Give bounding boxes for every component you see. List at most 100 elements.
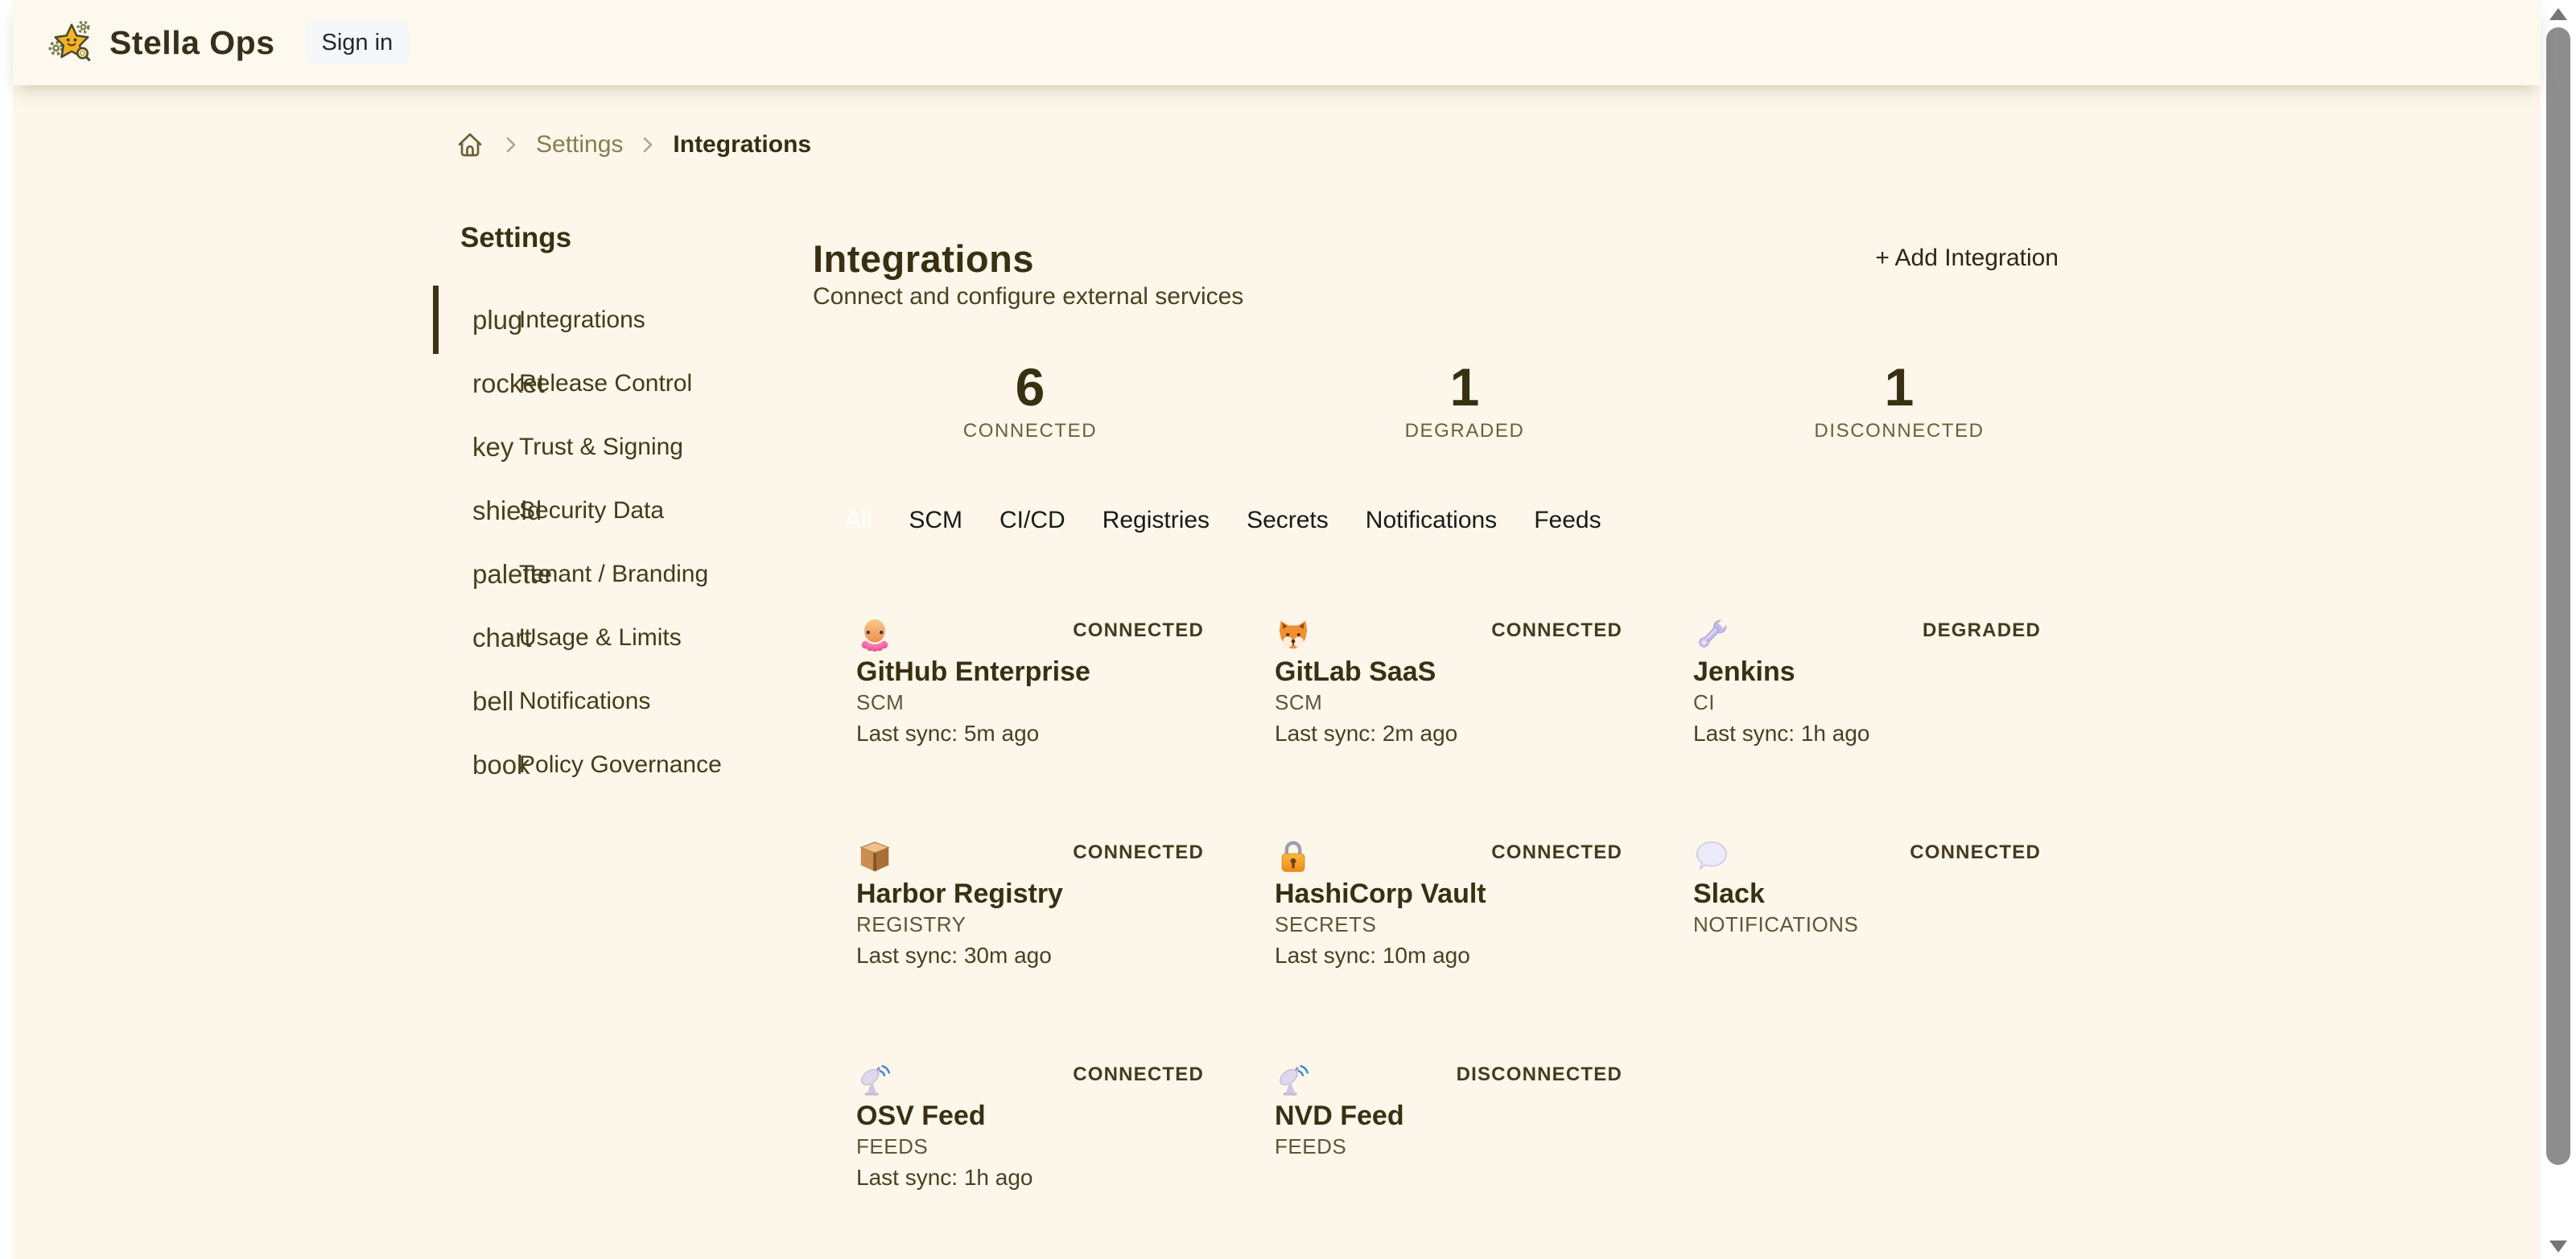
satellite-icon: [856, 1060, 893, 1097]
status-badge: CONNECTED: [1910, 841, 2041, 864]
integration-type: CI: [1693, 690, 2041, 714]
integration-last-sync: Last sync: 1h ago: [1693, 721, 2041, 747]
tab-feeds[interactable]: Feeds: [1534, 508, 1601, 533]
integration-name: Harbor Registry: [856, 878, 1204, 909]
breadcrumb-integrations: Integrations: [673, 131, 811, 158]
sidebar-item-icon-word: key: [472, 432, 513, 463]
tab-ci-cd[interactable]: CI/CD: [999, 508, 1065, 533]
integration-name: Slack: [1693, 878, 2041, 909]
status-badge: CONNECTED: [1491, 619, 1622, 642]
sidebar-item-usage-limits[interactable]: chart Usage & Limits: [433, 606, 811, 669]
integration-last-sync: Last sync: 2m ago: [1275, 721, 1622, 747]
integration-last-sync: Last sync: 10m ago: [1275, 943, 1622, 969]
sidebar-item-integrations[interactable]: plug Integrations: [433, 288, 811, 352]
sidebar-item-trust-signing[interactable]: key Trust & Signing: [433, 415, 811, 479]
stat-label: DISCONNECTED: [1682, 420, 2116, 442]
integration-name: HashiCorp Vault: [1275, 878, 1622, 909]
integration-type: SCM: [856, 690, 1204, 714]
breadcrumb: Settings Integrations: [454, 129, 811, 161]
page-subtitle: Connect and configure external services: [813, 282, 2059, 311]
status-badge: CONNECTED: [1073, 619, 1204, 642]
integration-type: NOTIFICATIONS: [1693, 912, 2041, 936]
tab-all[interactable]: All: [845, 508, 872, 533]
scrollbar-track[interactable]: [2541, 0, 2576, 1259]
top-bar: Stella Ops Sign in: [13, 0, 2541, 85]
tab-notifications[interactable]: Notifications: [1366, 508, 1497, 533]
status-badge: CONNECTED: [1073, 1064, 1204, 1086]
status-badge: DEGRADED: [1923, 619, 2041, 642]
lock-icon: [1275, 838, 1312, 875]
integration-type: FEEDS: [856, 1134, 1204, 1158]
status-summary: 6 CONNECTED 1 DEGRADED 1 DISCONNECTED: [813, 360, 2059, 442]
integration-card-gitlab-saas[interactable]: CONNECTED GitLab SaaS SCM Last sync: 2m …: [1257, 607, 1659, 758]
add-integration-button[interactable]: + Add Integration: [1875, 245, 2059, 272]
integration-card-nvd-feed[interactable]: DISCONNECTED NVD Feed FEEDS: [1257, 1051, 1659, 1202]
sidebar-item-notifications[interactable]: bell Notifications: [433, 669, 811, 733]
sidebar-item-icon-word: bell: [472, 686, 513, 717]
sidebar-item-label: Tenant / Branding: [519, 561, 708, 588]
stat-disconnected: 1 DISCONNECTED: [1682, 360, 2116, 442]
sidebar-items: plug Integrations rocket Release Control…: [433, 288, 811, 796]
stat-label: CONNECTED: [813, 420, 1247, 442]
sidebar-item-label: Security Data: [519, 497, 664, 525]
stat-degraded: 1 DEGRADED: [1247, 360, 1682, 442]
app-background: Stella Ops Sign in Settings Integrations…: [13, 0, 2541, 1259]
integration-type: FEEDS: [1275, 1134, 1622, 1158]
breadcrumb-settings[interactable]: Settings: [536, 131, 623, 158]
sidebar-item-label: Release Control: [519, 370, 692, 397]
sign-in-button[interactable]: Sign in: [306, 21, 410, 64]
home-icon[interactable]: [454, 129, 486, 161]
integration-card-github-enterprise[interactable]: CONNECTED GitHub Enterprise SCM Last syn…: [839, 607, 1241, 758]
status-badge: CONNECTED: [1073, 841, 1204, 864]
integration-name: OSV Feed: [856, 1101, 1204, 1131]
integration-type: SCM: [1275, 690, 1622, 714]
stat-connected: 6 CONNECTED: [813, 360, 1247, 442]
status-badge: CONNECTED: [1491, 841, 1622, 864]
integration-name: GitLab SaaS: [1275, 656, 1622, 687]
package-icon: [856, 838, 893, 875]
tab-secrets[interactable]: Secrets: [1247, 508, 1329, 533]
chevron-right-icon: [639, 133, 657, 157]
sidebar-item-label: Integrations: [519, 307, 645, 334]
speech-balloon-icon: [1693, 838, 1730, 875]
status-badge: DISCONNECTED: [1457, 1064, 1622, 1086]
sidebar-item-security-data[interactable]: shield Security Data: [433, 479, 811, 542]
scrollbar-thumb[interactable]: [2546, 27, 2570, 1165]
integration-card-jenkins[interactable]: DEGRADED Jenkins CI Last sync: 1h ago: [1675, 607, 2078, 758]
tab-registries[interactable]: Registries: [1103, 508, 1210, 533]
stat-value: 1: [1682, 360, 2116, 413]
sidebar-item-label: Policy Governance: [519, 751, 722, 779]
chevron-right-icon: [502, 133, 520, 157]
integration-card-osv-feed[interactable]: CONNECTED OSV Feed FEEDS Last sync: 1h a…: [839, 1051, 1241, 1202]
integration-name: GitHub Enterprise: [856, 656, 1204, 687]
stat-label: DEGRADED: [1247, 420, 1682, 442]
stat-value: 6: [813, 360, 1247, 413]
integration-name: Jenkins: [1693, 656, 2041, 687]
tab-scm[interactable]: SCM: [909, 508, 962, 533]
sidebar-item-policy-governance[interactable]: book Policy Governance: [433, 733, 811, 796]
integration-card-harbor-registry[interactable]: CONNECTED Harbor Registry REGISTRY Last …: [839, 829, 1241, 980]
integration-last-sync: Last sync: 30m ago: [856, 943, 1204, 969]
integration-type: SECRETS: [1275, 912, 1622, 936]
integration-card-hashicorp-vault[interactable]: CONNECTED HashiCorp Vault SECRETS Last s…: [1257, 829, 1659, 980]
satellite-icon: [1275, 1060, 1312, 1097]
sidebar-item-label: Notifications: [519, 688, 650, 715]
scrollbar-down-arrow[interactable]: [2549, 1240, 2567, 1253]
integration-card-slack[interactable]: CONNECTED Slack NOTIFICATIONS: [1675, 829, 2078, 980]
sidebar-item-label: Usage & Limits: [519, 624, 682, 652]
sidebar-item-release-control[interactable]: rocket Release Control: [433, 352, 811, 415]
integration-type: REGISTRY: [856, 912, 1204, 936]
page-title: Integrations: [813, 240, 2059, 278]
octopus-icon: [856, 616, 893, 653]
wrench-icon: [1693, 616, 1730, 653]
integration-cards: CONNECTED GitHub Enterprise SCM Last syn…: [813, 607, 2059, 1202]
stella-ops-logo-icon: [48, 19, 95, 66]
category-tabs: All SCM CI/CD Registries Secrets Notific…: [813, 508, 2059, 533]
fox-icon: [1275, 616, 1312, 653]
scrollbar-up-arrow[interactable]: [2549, 8, 2567, 20]
sidebar-item-tenant-branding[interactable]: palette Tenant / Branding: [433, 542, 811, 606]
sidebar-item-label: Trust & Signing: [519, 434, 683, 461]
integration-name: NVD Feed: [1275, 1101, 1622, 1131]
integration-last-sync: Last sync: 1h ago: [856, 1165, 1204, 1191]
sidebar-item-icon-word: plug: [472, 305, 522, 335]
